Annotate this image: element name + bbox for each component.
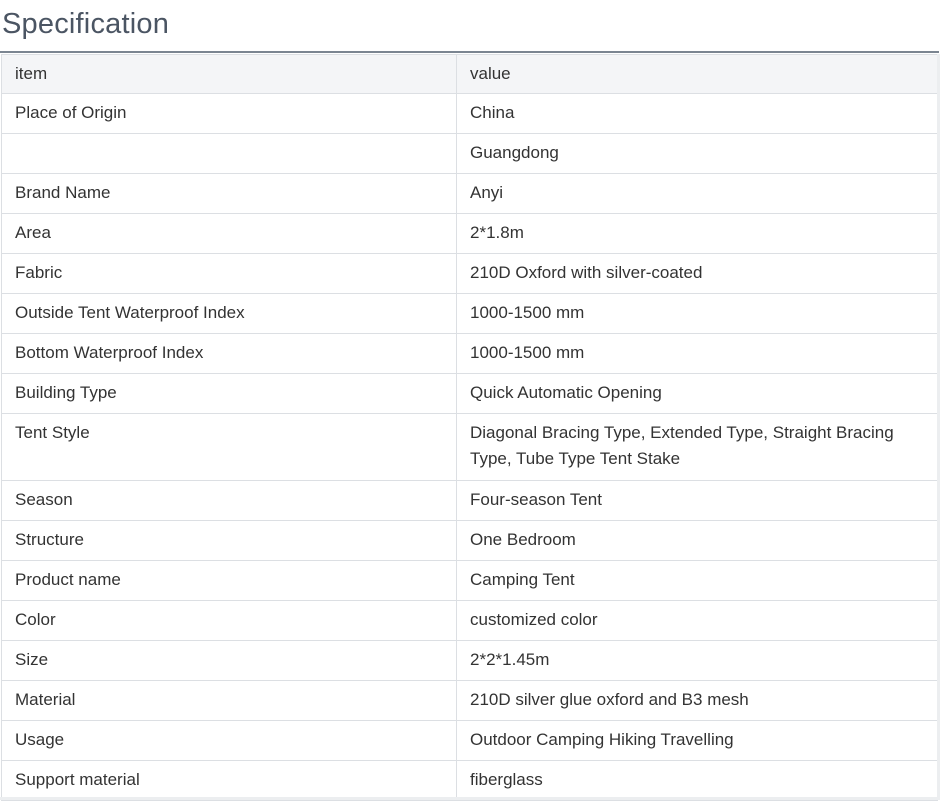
- item-cell: Color: [1, 600, 457, 641]
- table-row: Fabric 210D Oxford with silver-coated: [1, 253, 938, 294]
- table-row: Place of Origin China: [1, 93, 938, 134]
- item-cell: Area: [1, 213, 457, 254]
- table-row: Product name Camping Tent: [1, 560, 938, 601]
- table-row: Guangdong: [1, 133, 938, 174]
- value-cell: 210D Oxford with silver-coated: [456, 253, 938, 294]
- table-row: Season Four-season Tent: [1, 480, 938, 521]
- value-cell: Quick Automatic Opening: [456, 373, 938, 414]
- value-cell: Four-season Tent: [456, 480, 938, 521]
- table-row: Area 2*1.8m: [1, 213, 938, 254]
- item-cell: Place of Origin: [1, 93, 457, 134]
- table-row: Material 210D silver glue oxford and B3 …: [1, 680, 938, 721]
- value-cell: customized color: [456, 600, 938, 641]
- table-row: Outside Tent Waterproof Index 1000-1500 …: [1, 293, 938, 334]
- table-row: Usage Outdoor Camping Hiking Travelling: [1, 720, 938, 761]
- item-cell: Support material: [1, 760, 457, 801]
- specification-table: item value Place of Origin China Guangdo…: [1, 54, 938, 801]
- column-header-item: item: [1, 54, 457, 94]
- column-header-value: value: [456, 54, 938, 94]
- table-row: Support material fiberglass: [1, 760, 938, 801]
- table-row: Tent Style Diagonal Bracing Type, Extend…: [1, 413, 938, 481]
- value-cell: Camping Tent: [456, 560, 938, 601]
- item-cell: Fabric: [1, 253, 457, 294]
- value-cell: Anyi: [456, 173, 938, 214]
- table-row: Building Type Quick Automatic Opening: [1, 373, 938, 414]
- value-cell: 1000-1500 mm: [456, 333, 938, 374]
- item-cell: Season: [1, 480, 457, 521]
- value-cell: Outdoor Camping Hiking Travelling: [456, 720, 938, 761]
- item-cell: Outside Tent Waterproof Index: [1, 293, 457, 334]
- table-row: Structure One Bedroom: [1, 520, 938, 561]
- item-cell: Usage: [1, 720, 457, 761]
- value-cell: 210D silver glue oxford and B3 mesh: [456, 680, 938, 721]
- value-cell: 2*2*1.45m: [456, 640, 938, 681]
- item-cell: Structure: [1, 520, 457, 561]
- item-cell: [1, 133, 457, 174]
- value-cell: China: [456, 93, 938, 134]
- table-header-row: item value: [1, 54, 938, 94]
- title-divider: [0, 51, 939, 53]
- table-row: Color customized color: [1, 600, 938, 641]
- item-cell: Bottom Waterproof Index: [1, 333, 457, 374]
- item-cell: Tent Style: [1, 413, 457, 481]
- table-row: Brand Name Anyi: [1, 173, 938, 214]
- value-cell: 1000-1500 mm: [456, 293, 938, 334]
- value-cell: Diagonal Bracing Type, Extended Type, St…: [456, 413, 938, 481]
- page-title: Specification: [2, 8, 170, 40]
- item-cell: Building Type: [1, 373, 457, 414]
- table-row: Size 2*2*1.45m: [1, 640, 938, 681]
- item-cell: Size: [1, 640, 457, 681]
- item-cell: Brand Name: [1, 173, 457, 214]
- value-cell: fiberglass: [456, 760, 938, 801]
- value-cell: Guangdong: [456, 133, 938, 174]
- item-cell: Product name: [1, 560, 457, 601]
- item-cell: Material: [1, 680, 457, 721]
- value-cell: 2*1.8m: [456, 213, 938, 254]
- table-row: Bottom Waterproof Index 1000-1500 mm: [1, 333, 938, 374]
- value-cell: One Bedroom: [456, 520, 938, 561]
